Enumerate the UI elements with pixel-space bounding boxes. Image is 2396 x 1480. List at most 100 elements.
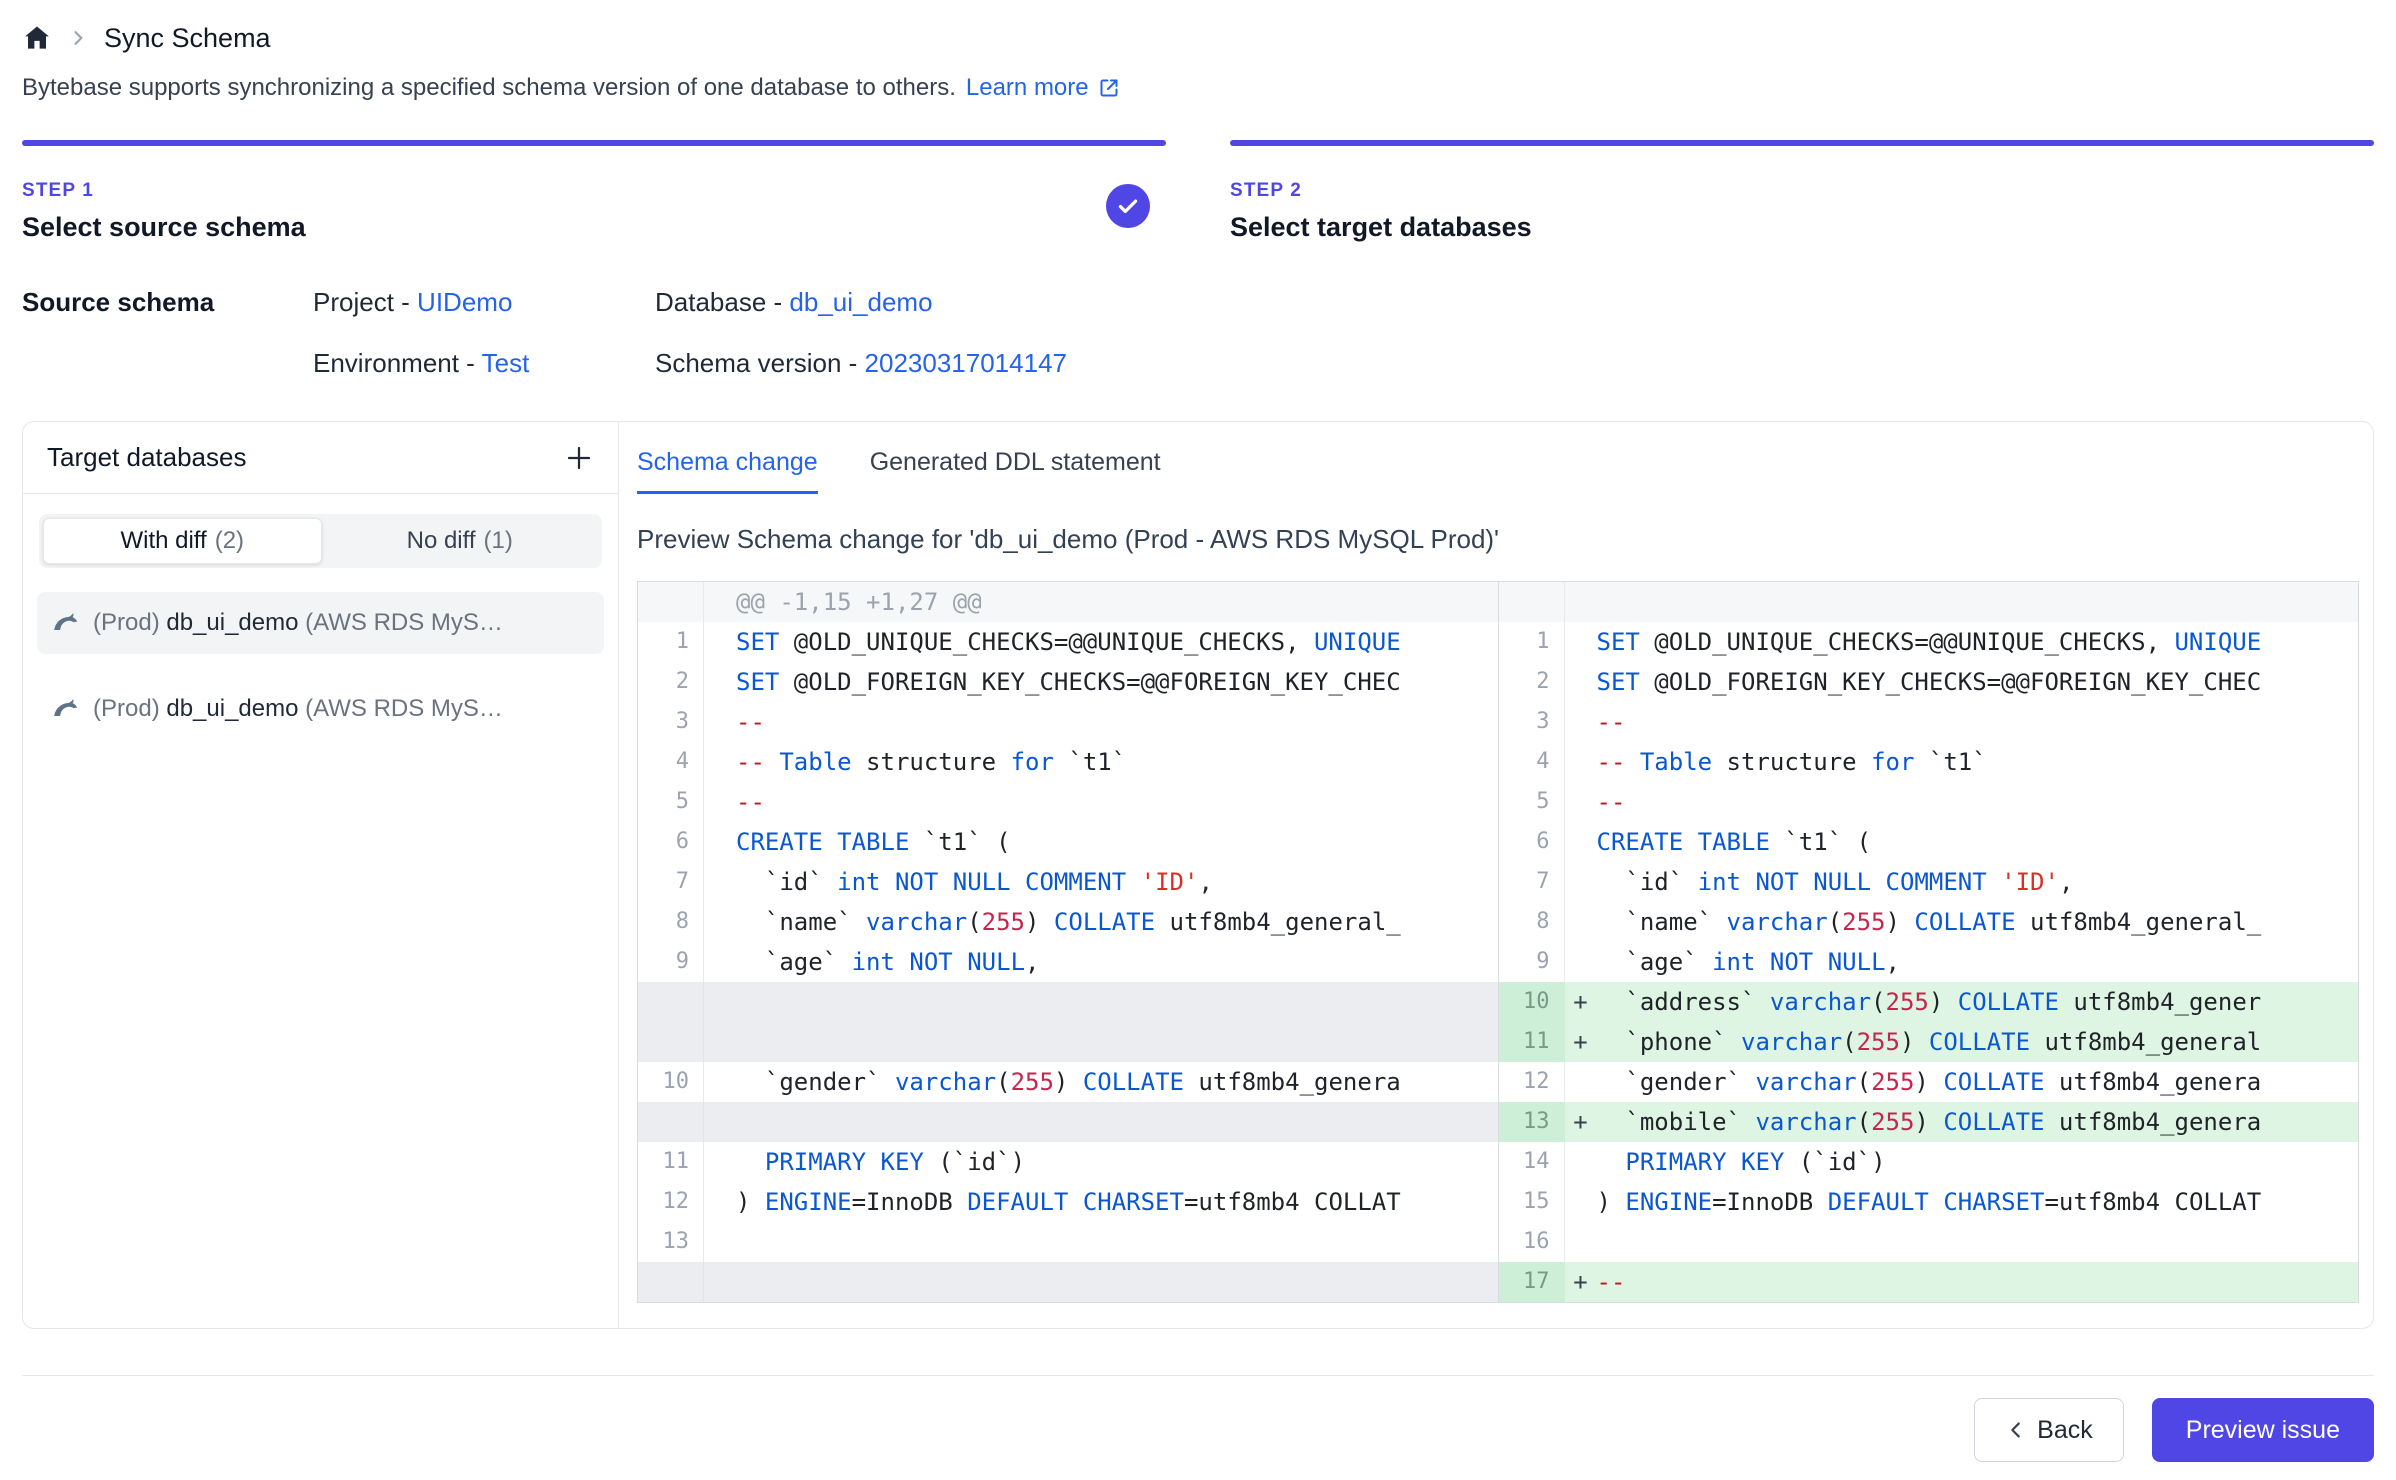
diff-line-number: 13 — [1499, 1102, 1565, 1142]
environment-link[interactable]: Test — [482, 348, 530, 378]
diff-line-code: -- Table structure for `t1` — [1597, 742, 2359, 782]
diff-line: 16 — [1499, 1222, 2359, 1262]
database-name: db_ui_demo — [166, 695, 298, 722]
diff-line — [638, 1022, 1498, 1062]
diff-line-sign — [704, 902, 736, 942]
schema-version-link[interactable]: 20230317014147 — [865, 348, 1067, 378]
environment-field-label: Environment - — [313, 348, 475, 378]
diff-line-sign — [1565, 1222, 1597, 1262]
diff-line: 1SET @OLD_UNIQUE_CHECKS=@@UNIQUE_CHECKS,… — [638, 622, 1498, 662]
diff-line — [638, 1262, 1498, 1302]
preview-title: Preview Schema change for 'db_ui_demo (P… — [637, 524, 2359, 555]
breadcrumb: Sync Schema — [22, 18, 2374, 58]
step-2-label: STEP 2 — [1230, 180, 2374, 202]
diff-line: 11+ `phone` varchar(255) COLLATE utf8mb4… — [1499, 1022, 2359, 1062]
diff-line-code: CREATE TABLE `t1` ( — [1597, 822, 2359, 862]
diff-line-number — [638, 982, 704, 1022]
diff-line: 10 `gender` varchar(255) COLLATE utf8mb4… — [638, 1062, 1498, 1102]
schema-version-field-label: Schema version - — [655, 348, 857, 378]
diff-line-code: SET @OLD_FOREIGN_KEY_CHECKS=@@FOREIGN_KE… — [1597, 662, 2359, 702]
main-panel: Target databases With diff (2) No diff (… — [22, 421, 2374, 1329]
diff-line: 14 PRIMARY KEY (`id`) — [1499, 1142, 2359, 1182]
diff-line-number: 6 — [1499, 822, 1565, 862]
diff-line-code: -- — [736, 782, 1498, 822]
diff-line-number: 7 — [638, 862, 704, 902]
diff-line: 5-- — [638, 782, 1498, 822]
tab-no-diff[interactable]: No diff (1) — [322, 518, 599, 564]
diff-line-code: `name` varchar(255) COLLATE utf8mb4_gene… — [1597, 902, 2359, 942]
diff-line-sign — [1565, 662, 1597, 702]
diff-line-sign — [704, 822, 736, 862]
diff-line: 7 `id` int NOT NULL COMMENT 'ID', — [1499, 862, 2359, 902]
learn-more-link[interactable]: Learn more — [966, 74, 1121, 102]
diff-line-code: SET @OLD_UNIQUE_CHECKS=@@UNIQUE_CHECKS, … — [736, 622, 1498, 662]
diff-filter-tabs: With diff (2) No diff (1) — [39, 514, 602, 568]
diff-line: 13+ `mobile` varchar(255) COLLATE utf8mb… — [1499, 1102, 2359, 1142]
diff-line-code: `phone` varchar(255) COLLATE utf8mb4_gen… — [1597, 1022, 2359, 1062]
diff-line-number: 12 — [638, 1182, 704, 1222]
environment-prefix: (Prod) — [93, 695, 160, 722]
diff-line-sign — [1565, 742, 1597, 782]
diff-line-sign — [704, 1142, 736, 1182]
back-button[interactable]: Back — [1974, 1398, 2124, 1462]
diff-line-code: `id` int NOT NULL COMMENT 'ID', — [1597, 862, 2359, 902]
step-1-done-check-icon — [1106, 184, 1150, 228]
target-database-item-1[interactable]: (Prod) db_ui_demo (AWS RDS MyS… — [37, 592, 604, 654]
diff-line-number: 4 — [1499, 742, 1565, 782]
sidebar-header: Target databases — [23, 422, 618, 494]
plus-icon — [564, 443, 594, 473]
chevron-left-icon — [2005, 1419, 2027, 1441]
diff-line-number: 9 — [1499, 942, 1565, 982]
diff-line-code — [736, 1022, 1498, 1062]
home-icon[interactable] — [22, 23, 52, 53]
diff-line: 1SET @OLD_UNIQUE_CHECKS=@@UNIQUE_CHECKS,… — [1499, 622, 2359, 662]
target-database-item-2[interactable]: (Prod) db_ui_demo (AWS RDS MyS… — [37, 678, 604, 740]
project-field-label: Project - — [313, 287, 410, 317]
diff-line-number — [638, 1262, 704, 1302]
diff-line: 12 `gender` varchar(255) COLLATE utf8mb4… — [1499, 1062, 2359, 1102]
diff-line-code: `id` int NOT NULL COMMENT 'ID', — [736, 862, 1498, 902]
diff-line-sign — [1565, 942, 1597, 982]
diff-line: 8 `name` varchar(255) COLLATE utf8mb4_ge… — [638, 902, 1498, 942]
diff-line-number: 2 — [1499, 662, 1565, 702]
footer-actions: Back Preview issue — [22, 1375, 2374, 1462]
diff-line: 5-- — [1499, 782, 2359, 822]
project-link[interactable]: UIDemo — [417, 287, 512, 317]
subtitle-text: Bytebase supports synchronizing a specif… — [22, 74, 956, 102]
diff-line: 3-- — [638, 702, 1498, 742]
database-link[interactable]: db_ui_demo — [789, 287, 932, 317]
add-target-database-button[interactable] — [564, 443, 594, 473]
diff-line: 11 PRIMARY KEY (`id`) — [638, 1142, 1498, 1182]
diff-line-sign — [1565, 1062, 1597, 1102]
diff-line-sign: + — [1565, 1102, 1597, 1142]
diff-line-number: 4 — [638, 742, 704, 782]
tab-generated-ddl[interactable]: Generated DDL statement — [870, 448, 1161, 494]
preview-issue-button[interactable]: Preview issue — [2152, 1398, 2374, 1462]
environment-field: Environment - Test — [313, 348, 655, 379]
diff-line-sign — [704, 1062, 736, 1102]
diff-line-number: 8 — [1499, 902, 1565, 942]
tab-with-diff[interactable]: With diff (2) — [43, 518, 322, 564]
diff-line-sign — [1565, 902, 1597, 942]
diff-line-number — [638, 1022, 704, 1062]
tab-no-diff-count: (1) — [484, 527, 513, 555]
diff-line-number: 7 — [1499, 862, 1565, 902]
diff-line-sign — [704, 1262, 736, 1302]
diff-line-sign — [704, 782, 736, 822]
tab-schema-change[interactable]: Schema change — [637, 448, 818, 494]
diff-line-sign — [704, 862, 736, 902]
sidebar-title: Target databases — [47, 442, 246, 473]
diff-line-sign — [704, 742, 736, 782]
diff-line-number — [638, 1102, 704, 1142]
diff-line-number: 16 — [1499, 1222, 1565, 1262]
diff-line-sign: + — [1565, 1022, 1597, 1062]
diff-line-number: 1 — [1499, 622, 1565, 662]
chevron-right-icon — [68, 28, 88, 48]
diff-line: 9 `age` int NOT NULL, — [638, 942, 1498, 982]
diff-hunk-header: @@ -1,15 +1,27 @@ — [638, 582, 1498, 622]
diff-line: 3-- — [1499, 702, 2359, 742]
diff-line-sign — [704, 982, 736, 1022]
database-field: Database - db_ui_demo — [655, 287, 2374, 318]
target-database-item-label: (Prod) db_ui_demo (AWS RDS MyS… — [93, 609, 503, 637]
diff-line: 2 SET @OLD_FOREIGN_KEY_CHECKS=@@FOREIGN_K… — [1499, 662, 2359, 702]
